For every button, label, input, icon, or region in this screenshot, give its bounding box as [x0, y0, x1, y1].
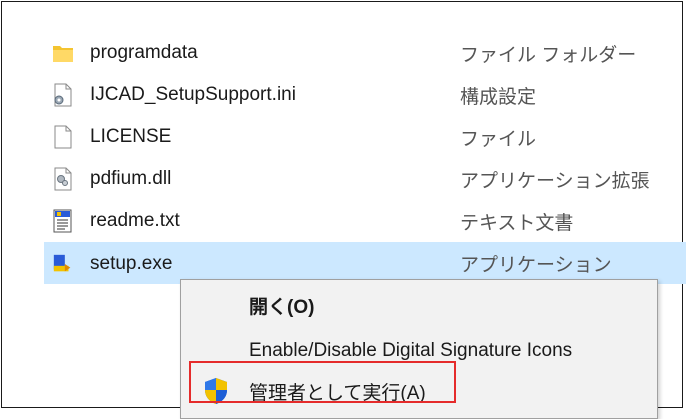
menu-item-label: Enable/Disable Digital Signature Icons	[249, 340, 573, 361]
file-row-ini[interactable]: IJCAD_SetupSupport.ini 構成設定	[44, 74, 686, 116]
file-type: ファイル	[460, 128, 537, 150]
folder-icon	[52, 41, 74, 65]
menu-item-label: 管理者として実行(A)	[249, 382, 426, 404]
file-type: ファイル フォルダー	[460, 44, 637, 66]
file-name: LICENSE	[90, 126, 172, 147]
menu-item-label: 開く(O)	[249, 296, 315, 318]
file-row-programdata[interactable]: programdata ファイル フォルダー	[44, 32, 686, 74]
context-menu: 開く(O) Enable/Disable Digital Signature I…	[180, 279, 658, 419]
file-name: readme.txt	[90, 210, 180, 231]
blank-file-icon	[52, 125, 74, 149]
installer-icon	[52, 252, 74, 276]
file-list: programdata ファイル フォルダー IJCAD_SetupSuppor…	[44, 32, 686, 284]
file-name: setup.exe	[90, 252, 173, 274]
menu-item-open[interactable]: 開く(O)	[181, 286, 657, 324]
explorer-window: programdata ファイル フォルダー IJCAD_SetupSuppor…	[1, 1, 686, 419]
dll-file-icon	[52, 167, 74, 191]
file-type: テキスト文書	[460, 212, 574, 234]
text-file-icon	[52, 209, 74, 233]
file-row-setup-exe[interactable]: setup.exe アプリケーション	[44, 242, 686, 284]
file-name: pdfium.dll	[90, 168, 172, 189]
file-type: 構成設定	[460, 86, 537, 108]
file-row-readme[interactable]: readme.txt テキスト文書	[44, 200, 686, 242]
menu-item-run-as-admin[interactable]: 管理者として実行(A)	[181, 372, 657, 410]
file-name: IJCAD_SetupSupport.ini	[90, 84, 296, 105]
file-name: programdata	[90, 42, 198, 63]
uac-shield-icon	[203, 377, 229, 405]
file-type: アプリケーション	[460, 255, 612, 276]
file-type: アプリケーション拡張	[460, 170, 650, 192]
file-row-dll[interactable]: pdfium.dll アプリケーション拡張	[44, 158, 686, 200]
file-row-license[interactable]: LICENSE ファイル	[44, 116, 686, 158]
config-file-icon	[52, 83, 74, 107]
menu-item-signature-icons[interactable]: Enable/Disable Digital Signature Icons	[181, 332, 657, 370]
